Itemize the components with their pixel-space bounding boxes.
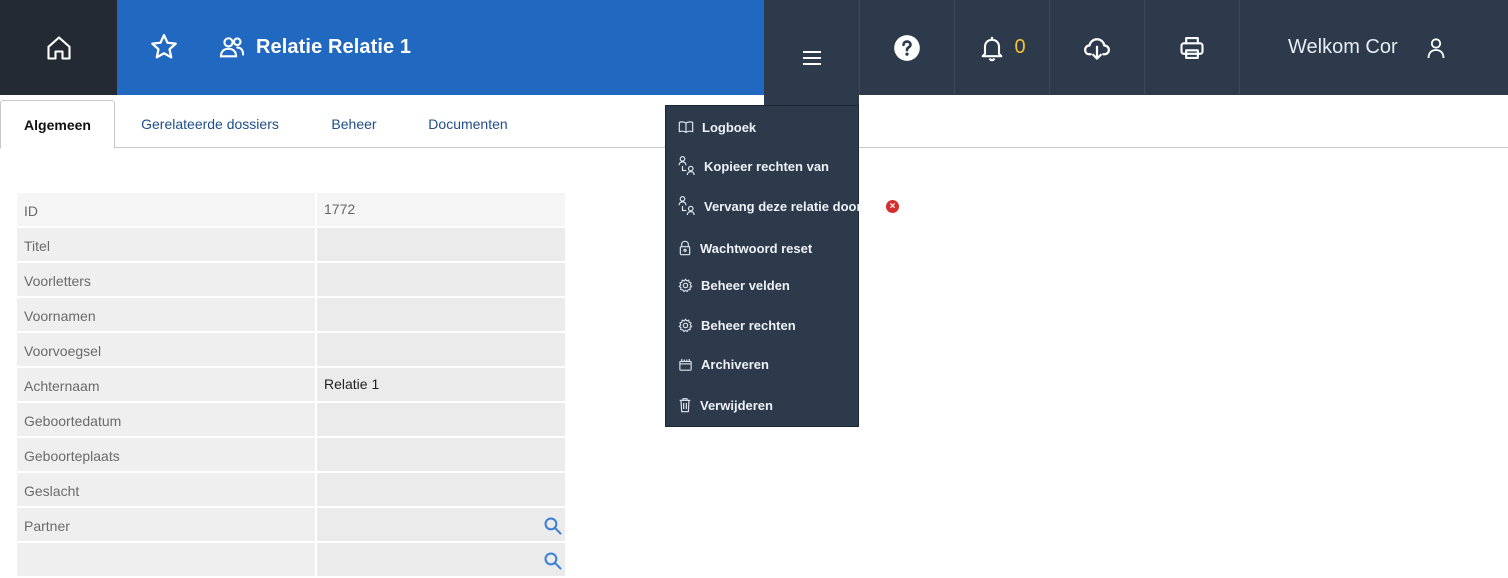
menu-item-verwijderen[interactable]: Verwijderen — [678, 397, 773, 413]
users-replace-icon — [678, 196, 695, 216]
geboortedatum-field[interactable] — [317, 403, 565, 436]
favorite-button[interactable] — [149, 32, 181, 64]
notification-count: 0 — [1014, 36, 1026, 58]
actions-menu: Logboek Kopieer rechten van Vervang deze… — [665, 105, 862, 427]
field-label: Achternaam — [17, 368, 315, 401]
relation-form: ID 1772 Titel Voorletters Voornamen Voor… — [17, 193, 565, 578]
download-button[interactable] — [1049, 0, 1144, 95]
form-row-geslacht: Geslacht — [17, 473, 565, 508]
menu-item-beheer-rechten[interactable]: Beheer rechten — [678, 318, 796, 333]
menu-item-label: Beheer velden — [701, 278, 790, 293]
field-label — [17, 543, 315, 576]
field-label: ID — [17, 193, 315, 226]
field-label: Voorletters — [17, 263, 315, 296]
form-row-geboortedatum: Geboortedatum — [17, 403, 565, 438]
book-icon — [678, 121, 694, 133]
menu-button[interactable] — [764, 10, 859, 105]
form-row-voorletters: Voorletters — [17, 263, 565, 298]
form-row-voornamen: Voornamen — [17, 298, 565, 333]
menu-item-archiveren[interactable]: Archiveren — [678, 357, 769, 372]
page-title: Relatie Relatie 1 — [256, 35, 412, 58]
print-button[interactable] — [1144, 0, 1239, 95]
form-row-next — [17, 543, 565, 578]
id-field: 1772 — [317, 193, 565, 226]
menu-item-kopieer-rechten[interactable]: Kopieer rechten van — [678, 155, 829, 177]
menu-item-label: Beheer rechten — [701, 318, 796, 333]
menu-item-label: Wachtwoord reset — [700, 240, 813, 256]
tab-beheer[interactable]: Beheer — [318, 100, 390, 148]
users-icon — [219, 37, 245, 58]
error-icon[interactable]: × — [886, 200, 899, 213]
next-field[interactable] — [317, 543, 565, 576]
form-row-achternaam: Achternaam Relatie 1 — [17, 368, 565, 403]
archive-icon — [679, 358, 692, 371]
field-label: Geboortedatum — [17, 403, 315, 436]
user-menu[interactable]: Welkom Cor — [1239, 0, 1508, 95]
help-icon — [894, 34, 920, 61]
star-icon — [151, 34, 177, 59]
voornamen-field[interactable] — [317, 298, 565, 331]
menu-item-vervang-relatie[interactable]: Vervang deze relatie door — [678, 195, 862, 217]
menu-item-beheer-velden[interactable]: Beheer velden — [678, 278, 790, 293]
tab-algemeen[interactable]: Algemeen — [0, 100, 115, 149]
home-icon — [46, 35, 71, 60]
hamburger-icon — [802, 50, 821, 65]
menu-item-label: Verwijderen — [700, 397, 773, 413]
bell-icon — [982, 36, 1003, 61]
search-icon[interactable] — [543, 551, 563, 571]
top-bar: Relatie Relatie 1 0 Welkom Cor — [0, 0, 1508, 95]
menu-item-wachtwoord-reset[interactable]: Wachtwoord reset — [678, 240, 812, 256]
welcome-text: Welkom Cor — [1288, 36, 1398, 58]
form-row-voorvoegsel: Voorvoegsel — [17, 333, 565, 368]
printer-icon — [1180, 36, 1204, 59]
home-button[interactable] — [0, 0, 117, 95]
help-button[interactable] — [859, 0, 954, 95]
field-label: Voornamen — [17, 298, 315, 331]
title-bar: Relatie Relatie 1 — [117, 0, 764, 95]
voorvoegsel-field[interactable] — [317, 333, 565, 366]
lock-icon — [679, 240, 691, 256]
voorletters-field[interactable] — [317, 263, 565, 296]
partner-field[interactable] — [317, 508, 565, 541]
geslacht-field[interactable] — [317, 473, 565, 506]
geboorteplaats-field[interactable] — [317, 438, 565, 471]
titel-field[interactable] — [317, 228, 565, 261]
menu-item-logboek[interactable]: Logboek — [678, 119, 756, 135]
achternaam-field[interactable]: Relatie 1 — [317, 368, 565, 401]
user-icon — [1427, 37, 1445, 58]
field-label: Partner — [17, 508, 315, 541]
field-label: Geslacht — [17, 473, 315, 506]
menu-item-label: Vervang deze relatie door — [704, 198, 862, 214]
form-row-geboorteplaats: Geboorteplaats — [17, 438, 565, 473]
field-label: Geboorteplaats — [17, 438, 315, 471]
field-label: Voorvoegsel — [17, 333, 315, 366]
form-row-partner: Partner — [17, 508, 565, 543]
form-row-id: ID 1772 — [17, 193, 565, 228]
menu-item-label: Kopieer rechten van — [704, 158, 829, 174]
users-copy-icon — [678, 156, 695, 176]
menu-item-label: Archiveren — [701, 357, 769, 372]
menu-item-label: Logboek — [702, 119, 757, 135]
tab-documenten[interactable]: Documenten — [416, 100, 520, 148]
field-label: Titel — [17, 228, 315, 261]
gear-icon — [678, 318, 693, 333]
notifications-button[interactable]: 0 — [954, 0, 1049, 95]
tab-gerelateerde-dossiers[interactable]: Gerelateerde dossiers — [128, 100, 292, 148]
cloud-download-icon — [1084, 37, 1110, 60]
trash-icon — [679, 398, 691, 413]
form-row-titel: Titel — [17, 228, 565, 263]
gear-icon — [678, 278, 693, 293]
page-title-group: Relatie Relatie 1 — [218, 33, 411, 61]
search-icon[interactable] — [543, 516, 563, 536]
